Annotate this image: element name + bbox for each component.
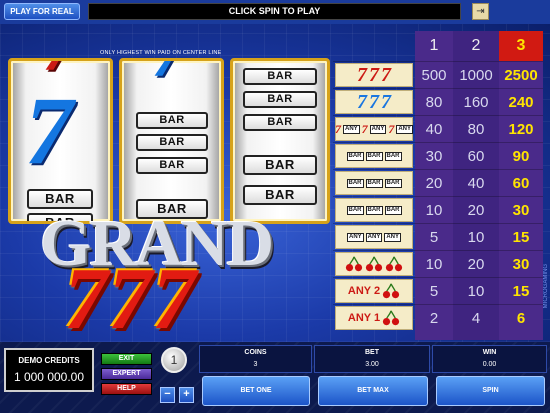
paytable-header-1: 1 [429, 37, 439, 54]
blue-seven-symbol: 7 [152, 61, 183, 87]
exit-door-icon[interactable]: ⇥ [472, 3, 489, 20]
paytable-row: 777 80 160 240 [333, 88, 543, 115]
cherry-icon [385, 256, 403, 272]
payout-cell: 5 [429, 283, 439, 300]
bar-symbol: BAR [136, 112, 208, 129]
payout-cell: 90 [512, 148, 530, 165]
game-area: ONLY HIGHEST WIN PAID ON CENTER LINE 7 7… [0, 24, 550, 342]
three-triple-bars-symbol: BAR BAR BAR [335, 144, 413, 168]
payline-note: ONLY HIGHEST WIN PAID ON CENTER LINE [100, 50, 222, 56]
top-bar: PLAY FOR REAL CLICK SPIN TO PLAY ⇥ [0, 0, 550, 24]
payout-cell: 4 [471, 310, 481, 327]
bar-symbol: BAR [136, 157, 208, 174]
paytable: 1 2 3 777 500 1000 2500 777 80 160 240 7… [333, 31, 543, 340]
paytable-header-3: 3 [499, 31, 543, 61]
credits-label: DEMO CREDITS [18, 356, 80, 365]
payout-cell: 15 [512, 229, 530, 246]
reel-3: BAR BAR BAR BAR BAR [230, 58, 330, 224]
message-bar: CLICK SPIN TO PLAY [88, 3, 461, 20]
three-single-bars-symbol: BAR BAR BAR [335, 198, 413, 222]
paytable-row: ANY 2 5 10 15 [333, 277, 543, 304]
bet-one-button[interactable]: BET ONE [202, 376, 310, 406]
play-for-real-button[interactable]: PLAY FOR REAL [4, 3, 80, 20]
bet-max-button[interactable]: BET MAX [318, 376, 428, 406]
cherry-icon [382, 283, 400, 299]
payout-cell: 40 [467, 175, 485, 192]
control-panel: DEMO CREDITS 1 000 000.00 EXIT EXPERT HE… [0, 342, 550, 413]
paytable-row: 7 ANY 7 ANY 7 ANY 40 80 120 [333, 115, 543, 142]
coin-minus-button[interactable]: − [160, 387, 175, 403]
reel-1: 7 7 BAR BAR [8, 58, 113, 224]
paytable-header-2: 2 [471, 37, 481, 54]
expert-button[interactable]: EXPERT [101, 368, 152, 380]
payout-cell: 120 [508, 121, 534, 138]
cherry-icon [365, 256, 383, 272]
reel-2: 7 BAR BAR BAR BAR [119, 58, 224, 224]
three-cherries-symbol [335, 252, 413, 276]
paytable-row: ANY ANY ANY 5 10 15 [333, 223, 543, 250]
three-blue-sevens-symbol: 777 [335, 90, 413, 114]
coin-value-chip[interactable]: 1 [161, 347, 187, 373]
spin-button[interactable]: SPIN [436, 376, 545, 406]
payout-cell: 10 [467, 283, 485, 300]
payout-cell: 2500 [504, 67, 538, 84]
paytable-row: BAR BAR BAR 10 20 30 [333, 196, 543, 223]
help-button[interactable]: HELP [101, 383, 152, 395]
any-one-cherry-symbol: ANY 1 [335, 306, 413, 330]
payout-cell: 80 [425, 94, 443, 111]
payout-cell: 30 [512, 202, 530, 219]
credits-value: 1 000 000.00 [13, 370, 85, 384]
bet-info-panel: COINS 3 BET 3.00 WIN 0.00 [199, 345, 547, 373]
blue-seven-symbol: 7 [25, 77, 73, 184]
paytable-row: BAR BAR BAR 30 60 90 [333, 142, 543, 169]
payout-cell: 40 [425, 121, 443, 138]
bar-symbol: BAR [136, 134, 208, 151]
payout-cell: 10 [467, 229, 485, 246]
payout-cell: 10 [425, 202, 443, 219]
payout-cell: 240 [508, 94, 534, 111]
payout-cell: 1000 [459, 67, 493, 84]
payout-cell: 30 [425, 148, 443, 165]
payout-cell: 2 [429, 310, 439, 327]
three-red-sevens-symbol: 777 [335, 63, 413, 87]
payout-cell: 20 [467, 256, 485, 273]
paytable-row: ANY 1 2 4 6 [333, 304, 543, 331]
payout-cell: 6 [516, 310, 526, 327]
payout-cell: 10 [425, 256, 443, 273]
payout-cell: 30 [512, 256, 530, 273]
paytable-row: 10 20 30 [333, 250, 543, 277]
bar-symbol: BAR [243, 91, 317, 108]
any-three-sevens-symbol: 7 ANY 7 ANY 7 ANY [335, 117, 414, 141]
coin-plus-button[interactable]: + [179, 387, 194, 403]
cherry-icon [382, 310, 400, 326]
payout-cell: 15 [512, 283, 530, 300]
payout-cell: 60 [467, 148, 485, 165]
cherry-icon [345, 256, 363, 272]
coins-display: COINS 3 [199, 345, 312, 373]
payout-cell: 20 [425, 175, 443, 192]
any-three-bars-symbol: ANY ANY ANY [335, 225, 413, 249]
win-display: WIN 0.00 [432, 345, 547, 373]
paytable-row: BAR BAR BAR 20 40 60 [333, 169, 543, 196]
bar-symbol: BAR [243, 68, 317, 85]
paytable-row: 777 500 1000 2500 [333, 61, 543, 88]
payout-cell: 20 [467, 202, 485, 219]
bar-symbol: BAR [243, 155, 317, 175]
credits-display: DEMO CREDITS 1 000 000.00 [4, 348, 94, 392]
three-double-bars-symbol: BAR BAR BAR [335, 171, 413, 195]
bar-symbol: BAR [243, 185, 317, 205]
bar-symbol: BAR [243, 114, 317, 131]
payout-cell: 60 [512, 175, 530, 192]
logo-777: 777 [64, 251, 196, 343]
payout-cell: 5 [429, 229, 439, 246]
exit-button[interactable]: EXIT [101, 353, 152, 365]
brand-watermark: MICROGAMING [543, 264, 549, 309]
bet-display: BET 3.00 [314, 345, 430, 373]
payout-cell: 80 [467, 121, 485, 138]
payout-cell: 160 [463, 94, 489, 111]
payout-cell: 500 [421, 67, 447, 84]
any-two-cherries-symbol: ANY 2 [335, 279, 413, 303]
